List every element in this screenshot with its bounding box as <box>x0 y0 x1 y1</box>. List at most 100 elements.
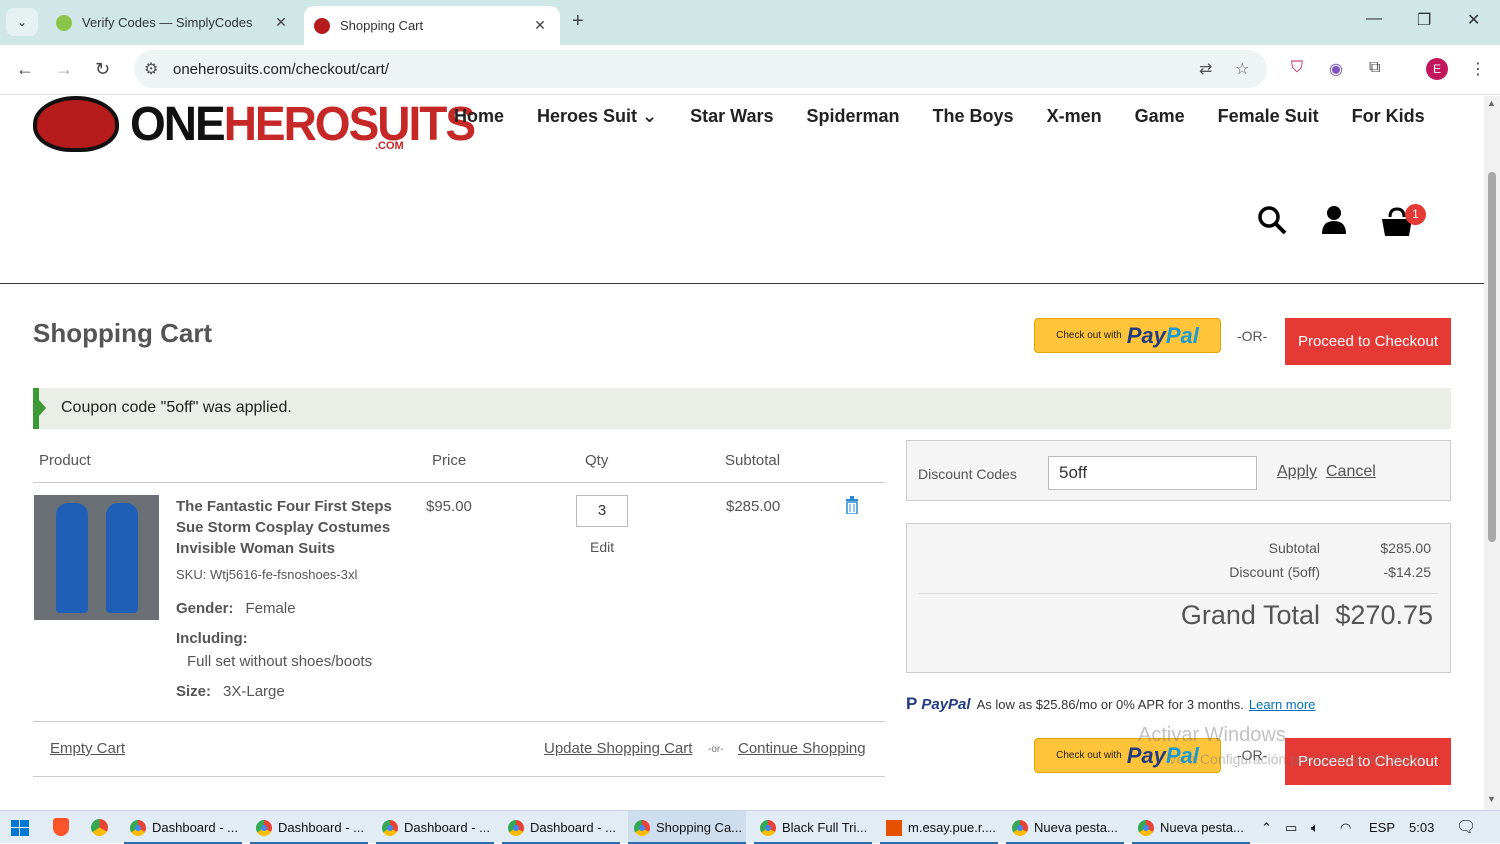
scroll-up-arrow-icon[interactable]: ▲ <box>1487 98 1496 108</box>
battery-icon[interactable]: ▭ <box>1285 820 1297 836</box>
translate-icon[interactable]: ⇄ <box>1199 59 1212 79</box>
option-gender: Gender: Female <box>176 600 296 617</box>
taskbar-item-dashboard-1[interactable]: Dashboard - ... <box>124 811 242 844</box>
small-or: -or- <box>708 744 724 755</box>
simplycodes-favicon-icon <box>56 14 72 31</box>
taskbar-item-shopping-cart[interactable]: Shopping Ca... <box>628 811 746 844</box>
discount-codes-box: Discount Codes 5off Apply Cancel <box>906 440 1451 501</box>
extension-icon[interactable]: ◉ <box>1329 59 1343 79</box>
taskbar-item-nueva-pestana-2[interactable]: Nueva pesta... <box>1132 811 1250 844</box>
empty-cart-link[interactable]: Empty Cart <box>50 740 125 757</box>
profile-avatar[interactable]: E <box>1426 58 1448 80</box>
option-including-label: Including: <box>176 630 248 647</box>
reload-icon[interactable]: ↻ <box>95 59 110 80</box>
notice-text: Coupon code "5off" was applied. <box>61 399 292 416</box>
chrome-icon[interactable] <box>91 819 108 836</box>
nav-x-men[interactable]: X-men <box>1047 106 1102 127</box>
close-window-icon[interactable]: ✕ <box>1467 10 1480 30</box>
restore-icon[interactable]: ❐ <box>1417 10 1431 30</box>
product-name-link[interactable]: The Fantastic Four First Steps Sue Storm… <box>176 496 396 559</box>
nav-spiderman[interactable]: Spiderman <box>807 106 900 127</box>
nav-female-suit[interactable]: Female Suit <box>1218 106 1319 127</box>
url-text[interactable]: oneherosuits.com/checkout/cart/ <box>173 61 389 78</box>
minimize-icon[interactable]: — <box>1366 10 1382 28</box>
learn-more-link[interactable]: Learn more <box>1249 697 1315 712</box>
chevron-down-icon: ⌄ <box>16 15 28 29</box>
nav-heroes-suit[interactable]: Heroes Suit ⌄ <box>537 106 657 127</box>
wifi-icon[interactable]: ◠ <box>1340 820 1351 836</box>
option-size: Size: 3X-Large <box>176 683 285 700</box>
nav-game[interactable]: Game <box>1135 106 1185 127</box>
nav-the-boys[interactable]: The Boys <box>933 106 1014 127</box>
trash-icon[interactable] <box>845 496 859 514</box>
clock[interactable]: 5:03 <box>1409 820 1434 835</box>
tab-title: Verify Codes — SimplyCodes <box>82 15 253 30</box>
discount-label: Discount (5off) <box>1229 564 1320 580</box>
taskbar-item-dashboard-3[interactable]: Dashboard - ... <box>376 811 494 844</box>
close-tab-icon[interactable]: ✕ <box>530 17 550 34</box>
edit-link[interactable]: Edit <box>590 539 614 555</box>
chrome-icon <box>1138 819 1154 836</box>
language-indicator[interactable]: ESP <box>1369 820 1395 835</box>
close-tab-icon[interactable]: ✕ <box>271 14 291 31</box>
oneherosuits-favicon-icon <box>314 17 330 34</box>
ublock-extension-icon[interactable]: ⛉ <box>1291 59 1303 77</box>
chrome-icon <box>130 819 146 836</box>
paypal-p-icon: P <box>906 694 918 713</box>
taskbar-item-nueva-pestana-1[interactable]: Nueva pesta... <box>1006 811 1124 844</box>
tab-shopping-cart[interactable]: Shopping Cart ✕ <box>304 6 560 45</box>
extensions-puzzle-icon[interactable]: ⧉ <box>1369 59 1380 77</box>
notice-arrow-icon <box>39 400 46 416</box>
cancel-discount-link[interactable]: Cancel <box>1326 463 1376 481</box>
taskbar-item-black-full[interactable]: Black Full Tri... <box>754 811 872 844</box>
qty-input[interactable]: 3 <box>576 495 628 527</box>
windows-start-icon[interactable] <box>11 820 29 836</box>
tab-title: Shopping Cart <box>340 18 424 33</box>
col-header-product: Product <box>39 452 91 469</box>
tab-search-button[interactable]: ⌄ <box>6 8 38 36</box>
scrollbar-thumb[interactable] <box>1488 172 1496 542</box>
nav-for-kids[interactable]: For Kids <box>1352 106 1425 127</box>
paypal-logo: PayPal <box>921 695 971 713</box>
col-header-price: Price <box>432 452 467 469</box>
menu-kebab-icon[interactable]: ⋮ <box>1470 59 1486 79</box>
product-image[interactable] <box>34 495 159 620</box>
taskbar-item-dashboard-4[interactable]: Dashboard - ... <box>502 811 620 844</box>
discount-value: -$14.25 <box>1383 564 1431 580</box>
windows-activation-subtext: Ve a Configuración para activar Windows. <box>1168 751 1428 767</box>
nav-star-wars[interactable]: Star Wars <box>690 106 773 127</box>
nav-home[interactable]: Home <box>454 106 504 127</box>
account-icon[interactable] <box>1321 204 1347 236</box>
paypal-checkout-button[interactable]: Check out with PayPal <box>1034 318 1221 353</box>
subtotal-label: Subtotal <box>1268 540 1320 556</box>
page-scrollbar[interactable]: ▲ ▼ <box>1484 96 1500 810</box>
update-cart-link[interactable]: Update Shopping Cart <box>544 740 692 757</box>
taskbar-item-mesay[interactable]: m.esay.pue.r.... <box>880 811 998 844</box>
site-logo[interactable]: ONEHEROSUITS .COM <box>33 96 476 154</box>
item-row-divider <box>33 721 885 722</box>
new-tab-button[interactable]: + <box>572 10 584 33</box>
proceed-to-checkout-button[interactable]: Proceed to Checkout <box>1285 318 1451 365</box>
bookmark-star-icon[interactable]: ☆ <box>1235 59 1249 79</box>
notifications-icon[interactable]: 🗨︎ <box>1456 817 1476 837</box>
discount-code-input[interactable]: 5off <box>1048 456 1257 490</box>
continue-shopping-link[interactable]: Continue Shopping <box>738 740 866 757</box>
paypal-logo-icon: PayPal <box>1126 322 1199 348</box>
forward-icon[interactable]: → <box>55 59 73 80</box>
apply-discount-link[interactable]: Apply <box>1277 463 1317 481</box>
hero-mask-logo-icon <box>33 96 119 152</box>
site-info-icon[interactable]: ⚙ <box>144 59 158 79</box>
item-price: $95.00 <box>426 498 472 515</box>
tab-verify-codes[interactable]: Verify Codes — SimplyCodes ✕ <box>46 6 301 39</box>
logo-com: .COM <box>375 140 404 152</box>
scroll-down-arrow-icon[interactable]: ▼ <box>1487 794 1496 804</box>
volume-icon[interactable]: 🔈︎ <box>1311 820 1319 836</box>
app-icon <box>886 819 902 836</box>
omnibox[interactable]: ⚙ oneherosuits.com/checkout/cart/ ⇄ ☆ <box>134 50 1267 88</box>
search-icon[interactable] <box>1256 204 1288 236</box>
taskbar-item-dashboard-2[interactable]: Dashboard - ... <box>250 811 368 844</box>
grand-total-value: $270.75 <box>1335 600 1433 630</box>
brave-browser-icon[interactable] <box>53 818 69 836</box>
tray-chevron-up-icon[interactable]: ⌃ <box>1261 820 1272 836</box>
back-icon[interactable]: ← <box>16 59 34 80</box>
